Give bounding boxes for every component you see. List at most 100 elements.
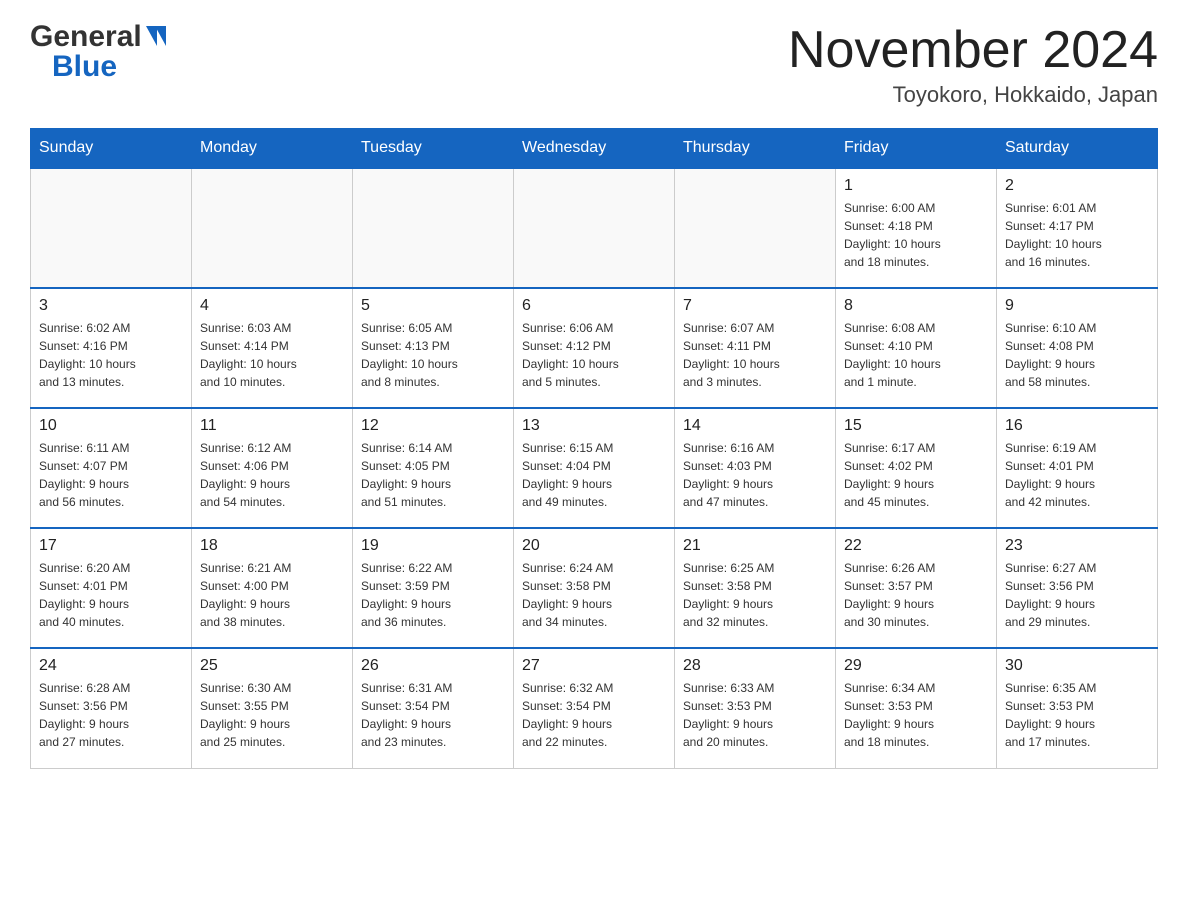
day-info: Sunrise: 6:14 AM Sunset: 4:05 PM Dayligh… — [361, 439, 505, 511]
calendar-cell: 16 Sunrise: 6:19 AM Sunset: 4:01 PM Dayli… — [997, 408, 1158, 528]
calendar-cell: 9 Sunrise: 6:10 AM Sunset: 4:08 PM Daylig… — [997, 288, 1158, 408]
calendar-cell: 10Sunrise: 6:11 AM Sunset: 4:07 PM Dayli… — [31, 408, 192, 528]
day-info: Sunrise: 6:01 AM Sunset: 4:17 PM Dayligh… — [1005, 199, 1149, 271]
calendar-cell: 27Sunrise: 6:32 AM Sunset: 3:54 PM Dayli… — [514, 648, 675, 768]
day-info: Sunrise: 6:25 AM Sunset: 3:58 PM Dayligh… — [683, 559, 827, 631]
calendar-cell: 5Sunrise: 6:05 AM Sunset: 4:13 PM Daylig… — [353, 288, 514, 408]
day-number: 30 — [1005, 657, 1149, 675]
day-number: 11 — [200, 417, 344, 435]
month-year-title: November 2024 — [788, 20, 1158, 80]
day-number: 3 — [39, 297, 183, 315]
calendar-cell: 30 Sunrise: 6:35 AM Sunset: 3:53 PM Dayli… — [997, 648, 1158, 768]
day-number: 18 — [200, 537, 344, 555]
calendar-cell — [31, 168, 192, 288]
day-info: Sunrise: 6:00 AM Sunset: 4:18 PM Dayligh… — [844, 199, 988, 271]
calendar-cell: 18 Sunrise: 6:21 AM Sunset: 4:00 PM Dayli… — [192, 528, 353, 648]
day-info: Sunrise: 6:17 AM Sunset: 4:02 PM Dayligh… — [844, 439, 988, 511]
calendar-cell: 3 Sunrise: 6:02 AM Sunset: 4:16 PM Daylig… — [31, 288, 192, 408]
day-number: 29 — [844, 657, 988, 675]
day-info: Sunrise: 6:31 AM Sunset: 3:54 PM Dayligh… — [361, 679, 505, 751]
title-section: November 2024 Toyokoro, Hokkaido, Japan — [788, 20, 1158, 108]
calendar-cell — [675, 168, 836, 288]
day-of-week-header: Saturday — [997, 129, 1158, 169]
day-number: 20 — [522, 537, 666, 555]
calendar-cell: 8Sunrise: 6:08 AM Sunset: 4:10 PM Daylig… — [836, 288, 997, 408]
calendar-cell: 1 Sunrise: 6:00 AM Sunset: 4:18 PM Daylig… — [836, 168, 997, 288]
day-info: Sunrise: 6:30 AM Sunset: 3:55 PM Dayligh… — [200, 679, 344, 751]
calendar-cell — [192, 168, 353, 288]
day-number: 9 — [1005, 297, 1149, 315]
day-info: Sunrise: 6:16 AM Sunset: 4:03 PM Dayligh… — [683, 439, 827, 511]
day-info: Sunrise: 6:24 AM Sunset: 3:58 PM Dayligh… — [522, 559, 666, 631]
day-number: 24 — [39, 657, 183, 675]
day-info: Sunrise: 6:33 AM Sunset: 3:53 PM Dayligh… — [683, 679, 827, 751]
day-of-week-header: Sunday — [31, 129, 192, 169]
day-info: Sunrise: 6:22 AM Sunset: 3:59 PM Dayligh… — [361, 559, 505, 631]
day-number: 21 — [683, 537, 827, 555]
calendar-cell: 4 Sunrise: 6:03 AM Sunset: 4:14 PM Daylig… — [192, 288, 353, 408]
page-header: General Blue November 2024 Toyokoro, Hok… — [30, 20, 1158, 108]
day-info: Sunrise: 6:27 AM Sunset: 3:56 PM Dayligh… — [1005, 559, 1149, 631]
day-number: 17 — [39, 537, 183, 555]
day-info: Sunrise: 6:07 AM Sunset: 4:11 PM Dayligh… — [683, 319, 827, 391]
day-number: 19 — [361, 537, 505, 555]
day-number: 8 — [844, 297, 988, 315]
day-info: Sunrise: 6:03 AM Sunset: 4:14 PM Dayligh… — [200, 319, 344, 391]
calendar-header-row: SundayMondayTuesdayWednesdayThursdayFrid… — [31, 129, 1158, 169]
day-number: 12 — [361, 417, 505, 435]
calendar-cell: 21 Sunrise: 6:25 AM Sunset: 3:58 PM Dayli… — [675, 528, 836, 648]
calendar-cell: 14 Sunrise: 6:16 AM Sunset: 4:03 PM Dayli… — [675, 408, 836, 528]
day-info: Sunrise: 6:06 AM Sunset: 4:12 PM Dayligh… — [522, 319, 666, 391]
day-info: Sunrise: 6:35 AM Sunset: 3:53 PM Dayligh… — [1005, 679, 1149, 751]
calendar-cell: 19 Sunrise: 6:22 AM Sunset: 3:59 PM Dayli… — [353, 528, 514, 648]
calendar-cell: 15Sunrise: 6:17 AM Sunset: 4:02 PM Dayli… — [836, 408, 997, 528]
calendar-cell: 2Sunrise: 6:01 AM Sunset: 4:17 PM Daylig… — [997, 168, 1158, 288]
calendar-cell: 24Sunrise: 6:28 AM Sunset: 3:56 PM Dayli… — [31, 648, 192, 768]
day-number: 1 — [844, 177, 988, 195]
calendar-cell: 29 Sunrise: 6:34 AM Sunset: 3:53 PM Dayli… — [836, 648, 997, 768]
day-number: 26 — [361, 657, 505, 675]
day-number: 23 — [1005, 537, 1149, 555]
calendar-cell: 22Sunrise: 6:26 AM Sunset: 3:57 PM Dayli… — [836, 528, 997, 648]
day-number: 10 — [39, 417, 183, 435]
day-info: Sunrise: 6:34 AM Sunset: 3:53 PM Dayligh… — [844, 679, 988, 751]
calendar-cell: 23 Sunrise: 6:27 AM Sunset: 3:56 PM Dayli… — [997, 528, 1158, 648]
day-of-week-header: Friday — [836, 129, 997, 169]
day-number: 13 — [522, 417, 666, 435]
day-number: 14 — [683, 417, 827, 435]
day-info: Sunrise: 6:02 AM Sunset: 4:16 PM Dayligh… — [39, 319, 183, 391]
calendar-cell: 28 Sunrise: 6:33 AM Sunset: 3:53 PM Dayli… — [675, 648, 836, 768]
calendar-cell — [353, 168, 514, 288]
calendar-cell: 17 Sunrise: 6:20 AM Sunset: 4:01 PM Dayli… — [31, 528, 192, 648]
calendar-cell: 25 Sunrise: 6:30 AM Sunset: 3:55 PM Dayli… — [192, 648, 353, 768]
calendar-cell — [514, 168, 675, 288]
day-number: 5 — [361, 297, 505, 315]
day-info: Sunrise: 6:21 AM Sunset: 4:00 PM Dayligh… — [200, 559, 344, 631]
calendar-cell: 13 Sunrise: 6:15 AM Sunset: 4:04 PM Dayli… — [514, 408, 675, 528]
calendar-cell: 20 Sunrise: 6:24 AM Sunset: 3:58 PM Dayli… — [514, 528, 675, 648]
calendar-cell: 6Sunrise: 6:06 AM Sunset: 4:12 PM Daylig… — [514, 288, 675, 408]
day-info: Sunrise: 6:10 AM Sunset: 4:08 PM Dayligh… — [1005, 319, 1149, 391]
day-info: Sunrise: 6:20 AM Sunset: 4:01 PM Dayligh… — [39, 559, 183, 631]
logo: General Blue — [30, 20, 168, 84]
day-info: Sunrise: 6:12 AM Sunset: 4:06 PM Dayligh… — [200, 439, 344, 511]
calendar-week-row: 10Sunrise: 6:11 AM Sunset: 4:07 PM Dayli… — [31, 408, 1158, 528]
day-info: Sunrise: 6:15 AM Sunset: 4:04 PM Dayligh… — [522, 439, 666, 511]
location-subtitle: Toyokoro, Hokkaido, Japan — [788, 82, 1158, 108]
day-number: 22 — [844, 537, 988, 555]
day-info: Sunrise: 6:19 AM Sunset: 4:01 PM Dayligh… — [1005, 439, 1149, 511]
day-of-week-header: Wednesday — [514, 129, 675, 169]
day-number: 16 — [1005, 417, 1149, 435]
day-number: 7 — [683, 297, 827, 315]
day-number: 28 — [683, 657, 827, 675]
day-number: 25 — [200, 657, 344, 675]
calendar-week-row: 17 Sunrise: 6:20 AM Sunset: 4:01 PM Dayli… — [31, 528, 1158, 648]
calendar-cell: 11 Sunrise: 6:12 AM Sunset: 4:06 PM Dayli… — [192, 408, 353, 528]
day-of-week-header: Tuesday — [353, 129, 514, 169]
day-number: 27 — [522, 657, 666, 675]
calendar-cell: 26 Sunrise: 6:31 AM Sunset: 3:54 PM Dayli… — [353, 648, 514, 768]
calendar-week-row: 1 Sunrise: 6:00 AM Sunset: 4:18 PM Daylig… — [31, 168, 1158, 288]
logo-general-text: General — [30, 20, 142, 54]
day-number: 4 — [200, 297, 344, 315]
calendar-table: SundayMondayTuesdayWednesdayThursdayFrid… — [30, 128, 1158, 769]
